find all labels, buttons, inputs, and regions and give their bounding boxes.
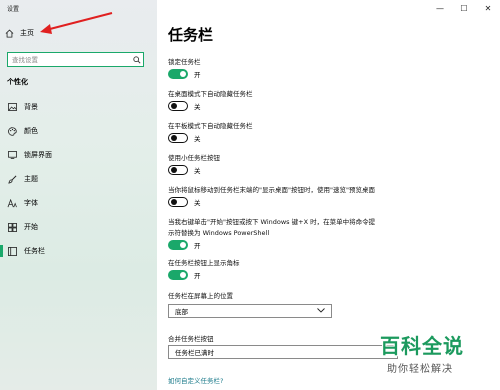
- sidebar-item-label: 锁屏界面: [24, 151, 52, 159]
- search-icon[interactable]: [131, 53, 143, 66]
- autohide-tablet-toggle[interactable]: [168, 133, 188, 143]
- customize-taskbar-link[interactable]: 如何自定义任务栏?: [168, 375, 223, 385]
- setting-powershell: 当我右键单击"开始"按钮或按下 Windows 键+X 时，在菜单中将命令提 示…: [168, 216, 375, 250]
- setting-label: 在桌面模式下自动隐藏任务栏: [168, 90, 253, 98]
- setting-label-line2: 示符替换为 Windows PowerShell: [168, 229, 270, 237]
- maximize-button[interactable]: ☐: [452, 0, 476, 16]
- section-title: 个性化: [7, 78, 28, 86]
- lock-taskbar-toggle[interactable]: [168, 69, 188, 79]
- peek-toggle[interactable]: [168, 197, 188, 207]
- close-button[interactable]: ✕: [476, 0, 500, 16]
- sidebar-item-label: 背景: [24, 103, 38, 111]
- app-title: 设置: [7, 6, 20, 13]
- sidebar-item-background[interactable]: 背景: [0, 95, 157, 119]
- sidebar-item-fonts[interactable]: 字体: [0, 191, 157, 215]
- page-title: 任务栏: [168, 26, 214, 44]
- setting-lock-taskbar: 锁定任务栏 开: [168, 56, 201, 79]
- lock-screen-icon: [7, 150, 17, 160]
- sidebar-item-themes[interactable]: 主题: [0, 167, 157, 191]
- toggle-state: 开: [194, 71, 201, 79]
- combine-value: 任务栏已满时: [175, 349, 214, 357]
- setting-label: 使用小任务栏按钮: [168, 154, 220, 162]
- sidebar-item-start[interactable]: 开始: [0, 215, 157, 239]
- setting-peek: 当你将鼠标移动到任务栏末端的"显示桌面"按钮时，使用"速览"预览桌面 关: [168, 184, 375, 207]
- sidebar-item-taskbar[interactable]: 任务栏: [0, 239, 157, 263]
- toggle-state: 关: [194, 167, 201, 175]
- powershell-toggle[interactable]: [168, 240, 188, 250]
- sidebar: 设置 主页 个性化 背景 颜色 锁屏界面: [0, 0, 157, 390]
- toggle-state: 关: [194, 103, 201, 111]
- start-icon: [7, 222, 17, 232]
- setting-autohide-tablet: 在平板模式下自动隐藏任务栏 关: [168, 120, 253, 143]
- sidebar-item-label: 主题: [24, 175, 38, 183]
- home-label: 主页: [20, 29, 34, 37]
- watermark-title: 百科全说: [380, 334, 464, 358]
- setting-label: 当我右键单击"开始"按钮或按下 Windows 键+X 时，在菜单中将命令提: [168, 218, 376, 226]
- home-icon: [5, 29, 14, 38]
- badges-toggle[interactable]: [168, 270, 188, 280]
- chevron-down-icon: [317, 307, 325, 315]
- palette-icon: [7, 126, 17, 136]
- autohide-desktop-toggle[interactable]: [168, 101, 188, 111]
- toggle-state: 关: [194, 135, 201, 143]
- setting-label: 在平板模式下自动隐藏任务栏: [168, 122, 253, 130]
- sidebar-item-lock-screen[interactable]: 锁屏界面: [0, 143, 157, 167]
- search-box[interactable]: [7, 52, 144, 67]
- position-label: 任务栏在屏幕上的位置: [168, 292, 233, 300]
- small-buttons-toggle[interactable]: [168, 165, 188, 175]
- taskbar-icon: [7, 246, 17, 256]
- brush-icon: [7, 174, 17, 184]
- setting-autohide-desktop: 在桌面模式下自动隐藏任务栏 关: [168, 88, 253, 111]
- sidebar-item-home[interactable]: 主页: [5, 28, 34, 38]
- sidebar-item-label: 任务栏: [24, 247, 45, 255]
- image-icon: [7, 102, 17, 112]
- sidebar-item-label: 开始: [24, 223, 38, 231]
- setting-badges: 在任务栏按钮上显示角标 开: [168, 257, 240, 280]
- combine-dropdown[interactable]: 任务栏已满时: [168, 345, 398, 359]
- watermark: 百科全说 助你轻松解决: [375, 330, 500, 390]
- minimize-button[interactable]: —: [428, 0, 452, 16]
- toggle-state: 关: [194, 199, 201, 207]
- setting-label: 当你将鼠标移动到任务栏末端的"显示桌面"按钮时，使用"速览"预览桌面: [168, 186, 375, 194]
- setting-label: 在任务栏按钮上显示角标: [168, 259, 240, 267]
- toggle-state: 开: [194, 242, 201, 250]
- toggle-state: 开: [194, 272, 201, 280]
- sidebar-item-colors[interactable]: 颜色: [0, 119, 157, 143]
- window-controls: — ☐ ✕: [428, 0, 500, 16]
- position-dropdown[interactable]: 底部: [168, 304, 332, 318]
- position-value: 底部: [175, 308, 188, 316]
- watermark-subtitle: 助你轻松解决: [387, 364, 453, 375]
- combine-label: 合并任务栏按钮: [168, 335, 214, 343]
- sidebar-item-label: 字体: [24, 199, 38, 207]
- setting-label: 锁定任务栏: [168, 58, 201, 66]
- search-input[interactable]: [8, 53, 131, 66]
- font-icon: [7, 198, 17, 208]
- sidebar-nav: 背景 颜色 锁屏界面 主题 字体 开始 任务栏: [0, 95, 157, 263]
- setting-small-buttons: 使用小任务栏按钮 关: [168, 152, 220, 175]
- sidebar-item-label: 颜色: [24, 127, 38, 135]
